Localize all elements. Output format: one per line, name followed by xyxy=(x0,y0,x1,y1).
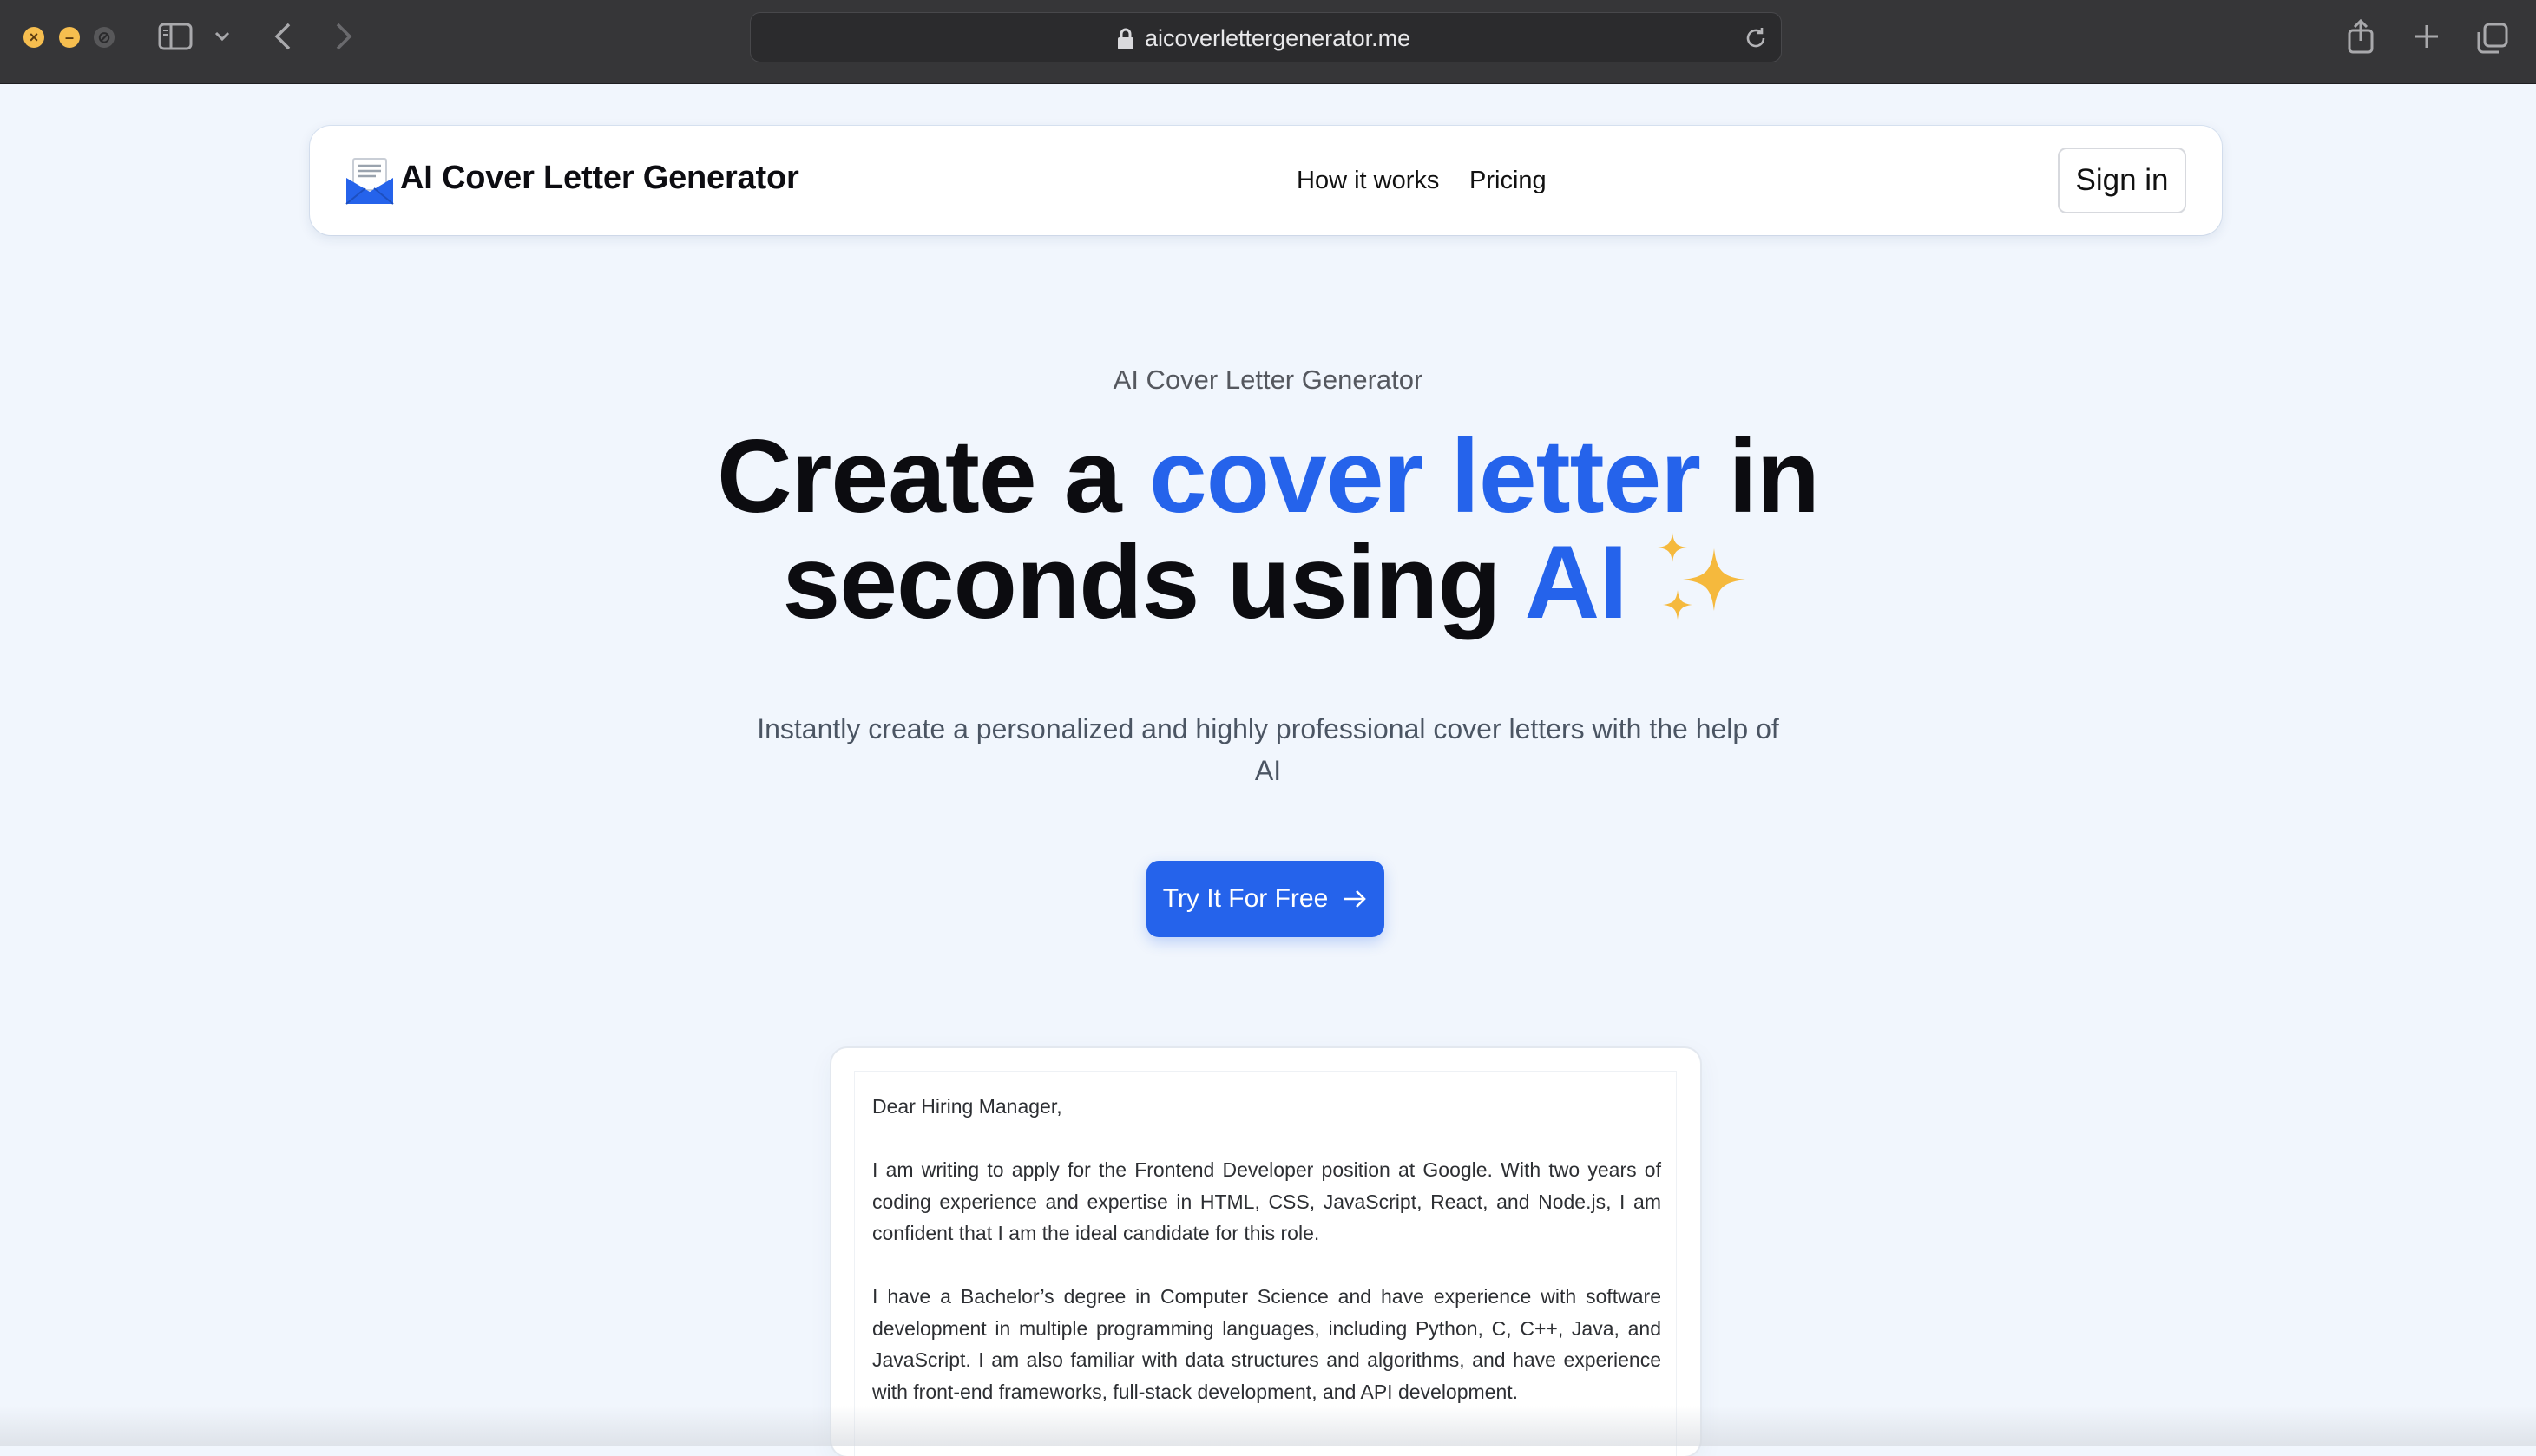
site-navbar: AI Cover Letter Generator How it works P… xyxy=(310,126,2222,235)
sparkles-icon xyxy=(1657,533,1745,620)
letter-paragraph: I have a Bachelor’s degree in Computer S… xyxy=(872,1285,1661,1403)
headline-accent: AI xyxy=(1524,524,1628,640)
close-window-button[interactable]: × xyxy=(23,27,44,48)
cover-letter-body: Dear Hiring Manager, I am writing to app… xyxy=(854,1071,1677,1456)
nav-link-how-it-works[interactable]: How it works xyxy=(1297,167,1439,195)
cta-label: Try It For Free xyxy=(1162,884,1329,913)
hero-headline: Create a cover letter in seconds using A… xyxy=(0,423,2536,635)
forward-arrow-icon[interactable] xyxy=(328,21,359,52)
hero-eyebrow: AI Cover Letter Generator xyxy=(1113,364,1423,395)
browser-toolbar: × – ⊘ aicoverlettergenerator.me xyxy=(0,0,2536,84)
sign-in-button[interactable]: Sign in xyxy=(2058,148,2186,213)
arrow-right-icon xyxy=(1344,890,1367,908)
hero-subtitle: Instantly create a personalized and high… xyxy=(757,713,1779,786)
back-arrow-icon[interactable] xyxy=(267,21,299,52)
headline-text: Create a xyxy=(717,418,1149,535)
chevron-down-icon[interactable] xyxy=(212,24,233,49)
new-tab-icon[interactable] xyxy=(2411,21,2442,52)
address-bar[interactable]: aicoverlettergenerator.me xyxy=(750,12,1782,62)
tab-overview-icon[interactable] xyxy=(2475,21,2510,56)
nav-link-pricing[interactable]: Pricing xyxy=(1469,167,1547,195)
envelope-logo-icon xyxy=(345,158,394,205)
share-icon[interactable] xyxy=(2345,17,2376,56)
letter-paragraph: I am writing to apply for the Frontend D… xyxy=(872,1158,1661,1244)
url-text: aicoverlettergenerator.me xyxy=(1145,25,1411,51)
zoom-window-button[interactable]: ⊘ xyxy=(94,27,115,48)
lock-icon xyxy=(1118,28,1133,49)
headline-text: seconds using xyxy=(782,524,1525,640)
headline-text: in xyxy=(1699,418,1820,535)
try-it-for-free-button[interactable]: Try It For Free xyxy=(1146,861,1384,937)
sidebar-toggle-icon[interactable] xyxy=(156,21,194,52)
letter-greeting: Dear Hiring Manager, xyxy=(872,1095,1062,1118)
brand-name[interactable]: AI Cover Letter Generator xyxy=(400,160,799,197)
minimize-window-button[interactable]: – xyxy=(59,27,80,48)
reload-icon[interactable] xyxy=(1743,25,1769,51)
cover-letter-preview: Dear Hiring Manager, I am writing to app… xyxy=(831,1048,1700,1456)
headline-accent: cover letter xyxy=(1148,418,1701,535)
